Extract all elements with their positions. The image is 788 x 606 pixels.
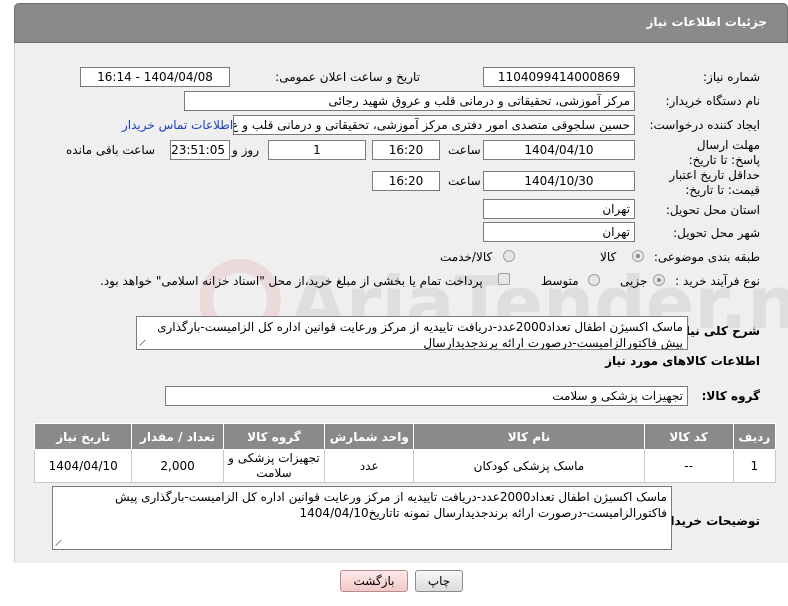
col-unit: واحد شمارش: [324, 423, 415, 450]
price-validity-date: 1404/10/30: [483, 171, 635, 191]
buyer-notes-label: توضیحات خریدار:: [658, 514, 760, 528]
need-number-label: شماره نیاز:: [703, 70, 760, 84]
city-label: شهر محل تحویل:: [673, 226, 760, 240]
need-number-field: 1104099414000869: [483, 67, 635, 87]
cell-date: 1404/04/10: [33, 449, 133, 483]
summary-text: ماسک اکسیژن اطفال تعداد2000عدد-دریافت تا…: [157, 320, 683, 350]
cell-name: ماسک پزشکی کودکان: [413, 449, 645, 483]
remaining-time-label: ساعت باقی مانده: [66, 143, 156, 157]
reply-deadline-time: 16:20: [372, 140, 440, 160]
buyer-org-label: نام دستگاه خریدار:: [665, 94, 761, 108]
announce-date-field: 1404/04/08 - 16:14: [80, 67, 230, 87]
goods-table-header: ردیف کد کالا نام کالا واحد شمارش گروه کا…: [33, 423, 777, 450]
process-minor-label: جزیی: [620, 274, 648, 288]
reply-deadline-date: 1404/04/10: [483, 140, 635, 160]
table-row: 1 -- ماسک پزشکی کودکان عدد تجهیزات پزشکی…: [33, 449, 777, 483]
requester-field: حسین سلجوقی متصدی امور دفتری مرکز آموزشی…: [233, 115, 635, 135]
cell-group: تجهیزات پزشکی و سلامت: [222, 449, 326, 483]
cell-qty: 2,000: [131, 449, 224, 483]
category-goods-service-radio[interactable]: [503, 250, 515, 262]
resize-handle-icon[interactable]: [140, 338, 148, 346]
price-validity-label: حداقل تاریخ اعتبار قیمت: تا تاریخ:: [669, 168, 760, 197]
treasury-payment-checkbox[interactable]: [498, 273, 510, 285]
col-row: ردیف: [732, 423, 777, 450]
col-code: کد کالا: [643, 423, 734, 450]
category-goods-radio[interactable]: [632, 250, 644, 262]
city-field: تهران: [483, 222, 635, 242]
category-goods-service-label: کالا/خدمت: [440, 250, 493, 264]
treasury-payment-note: پرداخت تمام یا بخشی از مبلغ خرید،از محل …: [100, 274, 483, 288]
process-medium-radio[interactable]: [588, 274, 600, 286]
goods-table: ردیف کد کالا نام کالا واحد شمارش گروه کا…: [33, 423, 777, 483]
price-validity-time: 16:20: [372, 171, 440, 191]
remaining-time-field: 23:51:05: [170, 140, 230, 160]
reply-deadline-time-label: ساعت: [448, 143, 481, 157]
reply-deadline-label: مهلت ارسال پاسخ: تا تاریخ:: [688, 138, 760, 167]
requester-label: ایجاد کننده درخواست:: [649, 118, 760, 132]
buyer-org-field: مرکز آموزشی، تحقیقاتی و درمانی قلب و عرو…: [184, 91, 635, 111]
goods-group-field: تجهیزات پزشکی و سلامت: [165, 386, 688, 406]
buyer-notes-text: ماسک اکسیژن اطفال تعداد2000عدد-دریافت تا…: [115, 490, 667, 520]
price-validity-time-label: ساعت: [448, 174, 481, 188]
reply-days-label: روز و: [232, 143, 259, 157]
col-group: گروه کالا: [222, 423, 326, 450]
back-button[interactable]: بازگشت: [340, 570, 408, 592]
province-field: تهران: [483, 199, 635, 219]
col-date: تاریخ نیاز: [33, 423, 133, 450]
cell-row: 1: [732, 449, 777, 483]
summary-textarea: ماسک اکسیژن اطفال تعداد2000عدد-دریافت تا…: [136, 316, 688, 350]
page-header: جزئیات اطلاعات نیاز: [14, 3, 788, 43]
col-qty: تعداد / مقدار: [131, 423, 224, 450]
buyer-notes-textarea: ماسک اکسیژن اطفال تعداد2000عدد-دریافت تا…: [52, 486, 672, 550]
cell-code: --: [643, 449, 734, 483]
goods-group-label: گروه کالا:: [701, 389, 760, 403]
process-label: نوع فرآیند خرید :: [675, 274, 760, 288]
category-label: طبقه بندی موضوعی:: [653, 250, 760, 264]
process-medium-label: متوسط: [541, 274, 579, 288]
cell-unit: عدد: [324, 449, 415, 483]
goods-section-title: اطلاعات کالاهای مورد نیاز: [605, 354, 760, 368]
resize-handle-icon[interactable]: [56, 538, 64, 546]
print-button[interactable]: چاپ: [415, 570, 463, 592]
process-minor-radio[interactable]: [653, 274, 665, 286]
announce-date-label: تاریخ و ساعت اعلان عمومی:: [275, 70, 420, 84]
col-name: نام کالا: [413, 423, 645, 450]
page-title: جزئیات اطلاعات نیاز: [646, 15, 767, 29]
buyer-contact-link[interactable]: اطلاعات تماس خریدار: [122, 118, 233, 132]
category-goods-label: کالا: [600, 250, 617, 264]
province-label: استان محل تحویل:: [665, 203, 760, 217]
reply-days-field: 1: [268, 140, 366, 160]
